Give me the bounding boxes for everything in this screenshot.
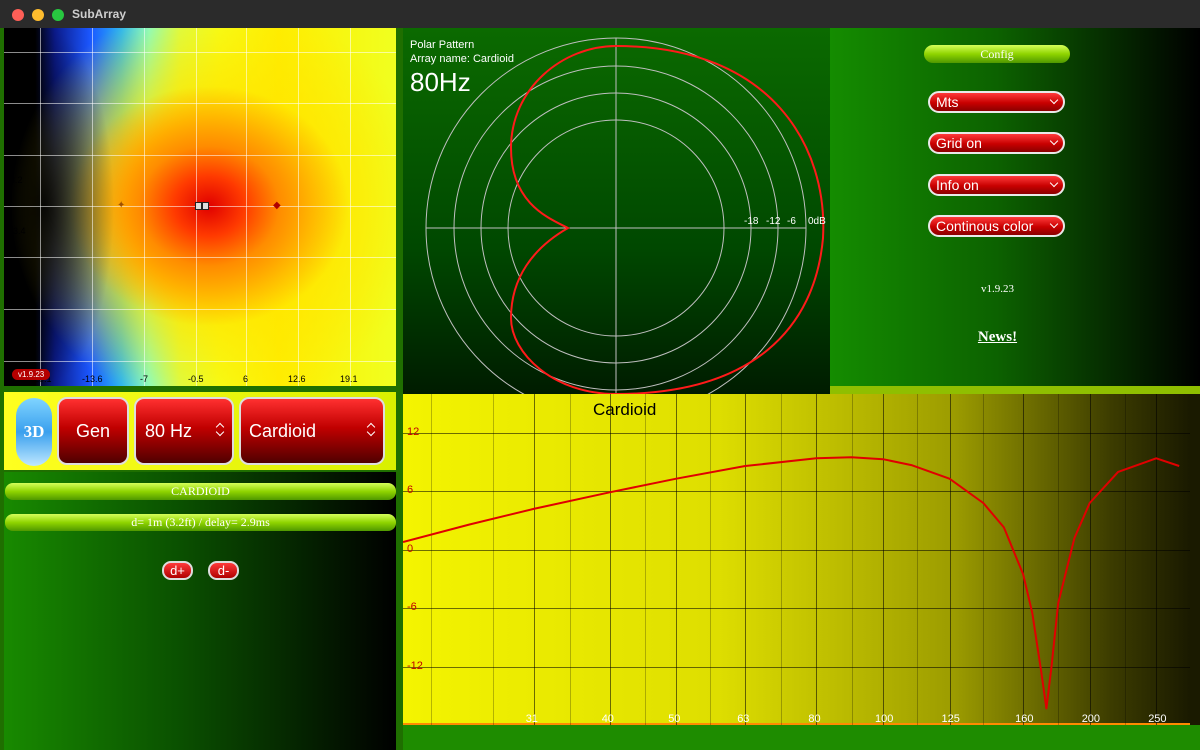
control-strip: 3D Gen 80 Hz Cardioid (4, 392, 396, 470)
heatmap-x-label: -7 (140, 374, 149, 384)
listener-marker-icon[interactable]: ✦ (117, 200, 125, 211)
heatmap-gridline (4, 361, 396, 362)
heatmap-gridline (4, 103, 396, 104)
heatmap-y-label: 3.2 (10, 175, 23, 185)
frequency-response-chart: Cardioid 31 40 50 63 80 100 125 160 200 250 12 6 0 -6… (403, 394, 1190, 725)
heatmap-gridline (4, 155, 396, 156)
speaker-icon[interactable] (202, 202, 209, 210)
chevron-down-icon (1049, 219, 1059, 229)
heatmap-gridline (92, 28, 93, 386)
close-window-button[interactable] (12, 9, 24, 21)
info-select-value: Info on (936, 177, 979, 193)
array-mode-select[interactable]: Cardioid (239, 397, 385, 465)
units-select-value: Mts (936, 94, 959, 110)
response-curve-line (403, 456, 1180, 710)
heatmap-x-label: -0.5 (188, 374, 204, 384)
chart-plot-area (403, 456, 1180, 710)
chart-edge (1190, 394, 1200, 725)
panel-divider (830, 386, 1200, 394)
heatmap-version-badge: v1.9.23 (12, 369, 51, 380)
heatmap-y-label: 16.3 (10, 72, 28, 82)
minimize-window-button[interactable] (32, 9, 44, 21)
heatmap-gridline (350, 28, 351, 386)
heatmap-gridline (246, 28, 247, 386)
grid-select-value: Grid on (936, 135, 982, 151)
bottom-strip (403, 725, 1200, 750)
heatmap-gridline (40, 28, 41, 386)
color-mode-select-value: Continous color (936, 218, 1034, 234)
config-version: v1.9.23 (981, 283, 1014, 295)
spl-heatmap[interactable]: 16.3 9.7 3.2 -3.4 -9.9 -16.5 -20.1 -13.6… (4, 28, 396, 386)
heatmap-gridline (4, 52, 396, 53)
gen-button[interactable]: Gen (57, 397, 129, 465)
polar-ring-label: -12 (766, 216, 781, 227)
window-titlebar: SubArray (0, 0, 1200, 29)
heatmap-x-label: -13.6 (82, 374, 103, 384)
array-mode-select-value: Cardioid (249, 421, 317, 441)
heatmap-x-label: 19.1 (340, 374, 358, 384)
color-mode-select[interactable]: Continous color (928, 215, 1065, 237)
polar-ring-label: -18 (744, 216, 759, 227)
array-type-bar[interactable]: CARDIOID (5, 483, 396, 500)
heatmap-gridline (298, 28, 299, 386)
array-info-panel: CARDIOID d= 1m (3.2ft) / delay= 2.9ms d+… (4, 472, 396, 750)
heatmap-gridline (144, 28, 145, 386)
info-select[interactable]: Info on (928, 174, 1065, 196)
polar-frequency: 80Hz (410, 67, 471, 97)
target-marker-icon[interactable]: ◆ (273, 200, 281, 211)
heatmap-x-label: 6 (243, 374, 249, 384)
chevron-down-icon (1049, 136, 1059, 146)
config-button[interactable]: Config (924, 45, 1070, 63)
frequency-select-value: 80 Hz (145, 421, 193, 441)
frequency-select[interactable]: 80 Hz (134, 397, 234, 465)
polar-pattern-panel: Polar Pattern Array name: Cardioid 80Hz … (403, 28, 830, 394)
heatmap-x-label: 12.6 (288, 374, 306, 384)
heatmap-y-label: -16.5 (10, 328, 31, 338)
heatmap-gridline (4, 309, 396, 310)
toggle-3d-button[interactable]: 3D (16, 398, 52, 466)
updown-chevron-icon (367, 423, 375, 437)
window-title: SubArray (72, 7, 127, 21)
app-content: 16.3 9.7 3.2 -3.4 -9.9 -16.5 -20.1 -13.6… (0, 28, 1200, 750)
distance-delay-bar[interactable]: d= 1m (3.2ft) / delay= 2.9ms (5, 514, 396, 531)
heatmap-y-label: -3.4 (10, 226, 26, 236)
chevron-down-icon (1049, 178, 1059, 188)
chevron-down-icon (1049, 95, 1059, 105)
heatmap-gridline (4, 257, 396, 258)
zoom-window-button[interactable] (52, 9, 64, 21)
polar-ring-label: -6 (787, 216, 796, 227)
distance-decrease-button[interactable]: d- (208, 561, 239, 580)
news-link[interactable]: News! (970, 329, 1025, 346)
heatmap-y-label: -9.9 (10, 277, 26, 287)
updown-chevron-icon (216, 423, 224, 437)
grid-select[interactable]: Grid on (928, 132, 1065, 154)
polar-array-name: Array name: Cardioid (410, 53, 514, 65)
heatmap-y-label: 9.7 (10, 124, 23, 134)
polar-heading: Polar Pattern (410, 39, 475, 51)
polar-ring-label: 0dB (808, 216, 826, 227)
units-select[interactable]: Mts (928, 91, 1065, 113)
speaker-icon[interactable] (195, 202, 202, 210)
distance-increase-button[interactable]: d+ (162, 561, 193, 580)
config-panel: Config Mts Grid on Info on Continous col… (830, 28, 1200, 386)
